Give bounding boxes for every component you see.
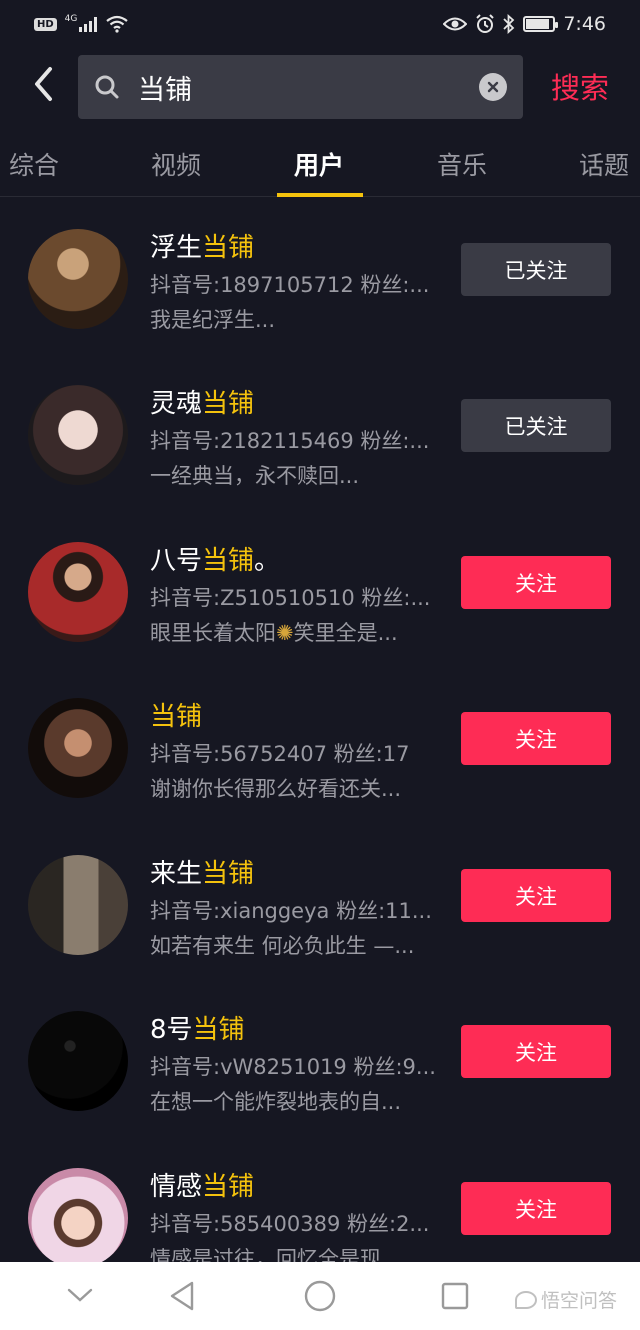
network-type: 4G [64,14,78,24]
user-bio: 谢谢你长得那么好看还关... [150,777,402,801]
back-button[interactable] [22,62,64,106]
follow-button[interactable]: 关注 [461,712,611,765]
search-icon [95,75,119,99]
search-button[interactable]: 搜索 [551,65,609,107]
name-highlight: 当铺 [202,389,255,419]
avatar[interactable] [28,855,128,955]
triangle-back-icon [170,1281,194,1311]
name-highlight: 当铺 [192,1015,245,1045]
user-id-line: 抖音号:2182115469 粉丝:... [150,429,430,453]
user-name: 情感当铺 [150,1172,255,1202]
list-item[interactable]: 浮生当铺 抖音号:1897105712 粉丝:... 我是纪浮生... 已关注 [0,197,640,353]
nav-recents-button[interactable] [440,1281,470,1315]
signal-icon [79,16,98,32]
alarm-icon [476,14,495,33]
user-id-line: 抖音号:xianggeya 粉丝:11... [150,899,432,923]
chat-bubble-icon [515,1290,537,1309]
avatar[interactable] [28,1011,128,1111]
follow-button[interactable]: 关注 [461,556,611,609]
tab-users[interactable]: 用户 [294,146,344,182]
user-bio: 在想一个能炸裂地表的自... [150,1090,402,1114]
name-highlight: 当铺 [202,1172,255,1202]
eye-icon [443,17,468,31]
wifi-icon [106,15,129,33]
following-button[interactable]: 已关注 [461,399,611,452]
square-recents-icon [441,1282,469,1310]
follow-button[interactable]: 关注 [461,869,611,922]
user-name: 当铺 [150,696,202,733]
user-name: 八号当铺。 [150,546,281,576]
tab-music[interactable]: 音乐 [437,146,487,182]
back-arrow-icon [35,67,52,101]
close-icon [487,81,499,93]
tab-topics[interactable]: 话题 [579,146,629,182]
sun-emoji-icon: ✺ [276,621,294,645]
tab-general[interactable]: 综合 [9,146,59,182]
user-name: 8号当铺 [150,1015,245,1045]
user-id-line: 抖音号:56752407 粉丝:17 [150,742,410,766]
avatar[interactable] [28,229,128,329]
list-item[interactable]: 来生当铺 抖音号:xianggeya 粉丝:11... 如若有来生 何必负此生 … [0,823,640,979]
status-bar: HD 4G 7:46 [0,0,640,48]
battery-icon [523,16,559,32]
watermark: 悟空问答 [515,1286,617,1313]
search-input[interactable]: 当铺 [78,55,523,119]
user-id-line: 抖音号:585400389 粉丝:2... [150,1212,430,1236]
following-button[interactable]: 已关注 [461,243,611,296]
search-tabs: 综合 视频 用户 音乐 话题 [0,130,640,197]
avatar[interactable] [28,385,128,485]
clock: 7:46 [563,13,606,35]
nav-back-button[interactable] [168,1280,196,1316]
avatar[interactable] [28,1168,128,1268]
avatar[interactable] [28,542,128,642]
search-query[interactable]: 当铺 [138,68,479,107]
system-nav-bar: 悟空问答 [0,1262,640,1330]
tab-videos[interactable]: 视频 [151,146,201,182]
user-bio: 如若有来生 何必负此生 —... [150,934,415,958]
list-item[interactable]: 八号当铺。 抖音号:Z510510510 粉丝:... 眼里长着太阳✺笑里全是.… [0,510,640,666]
user-name: 来生当铺 [150,859,255,889]
circle-home-icon [304,1280,336,1312]
list-item[interactable]: 灵魂当铺 抖音号:2182115469 粉丝:... 一经典当，永不赎回... … [0,353,640,509]
list-item[interactable]: 当铺 抖音号:56752407 粉丝:17 谢谢你长得那么好看还关... 关注 [0,666,640,822]
hd-badge: HD [34,17,57,31]
name-highlight: 当铺 [202,233,255,263]
follow-button[interactable]: 关注 [461,1025,611,1078]
avatar[interactable] [28,698,128,798]
bluetooth-icon [503,14,515,34]
name-highlight: 当铺 [150,702,203,732]
user-name: 浮生当铺 [150,233,255,263]
list-item[interactable]: 8号当铺 抖音号:vW8251019 粉丝:9... 在想一个能炸裂地表的自..… [0,979,640,1135]
clear-search-button[interactable] [479,73,507,101]
user-id-line: 抖音号:vW8251019 粉丝:9... [150,1055,436,1079]
user-bio: 眼里长着太阳✺笑里全是... [150,621,398,645]
name-highlight: 当铺 [202,546,255,576]
user-bio: 一经典当，永不赎回... [150,464,360,488]
chevron-down-icon [67,1288,93,1302]
nav-home-button[interactable] [303,1279,337,1317]
user-bio: 我是纪浮生... [150,308,276,332]
user-id-line: 抖音号:Z510510510 粉丝:... [150,586,431,610]
follow-button[interactable]: 关注 [461,1182,611,1235]
user-id-line: 抖音号:1897105712 粉丝:... [150,273,430,297]
nav-collapse-button[interactable] [66,1286,94,1308]
user-name: 灵魂当铺 [150,389,255,419]
name-highlight: 当铺 [202,859,255,889]
